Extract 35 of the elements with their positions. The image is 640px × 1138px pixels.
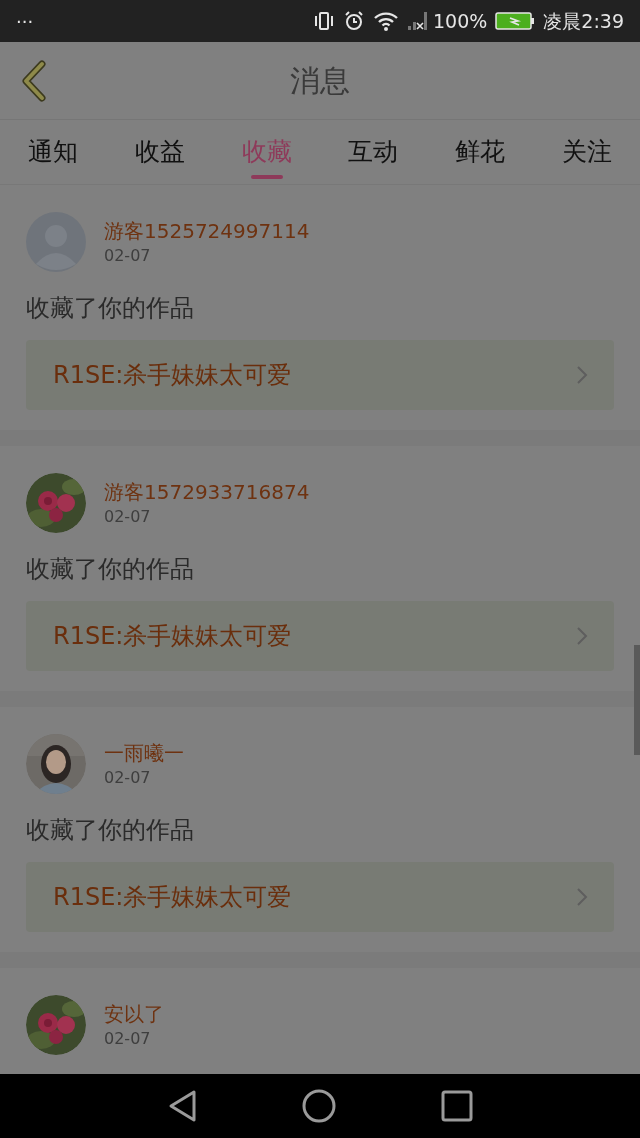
tab[interactable]: 通知 bbox=[12, 127, 94, 177]
message-date: 02-07 bbox=[104, 506, 152, 528]
message-text: 收藏了你的作品 bbox=[26, 554, 195, 585]
tab[interactable]: 收益 bbox=[118, 127, 201, 177]
tab[interactable]: 收藏 bbox=[225, 127, 308, 177]
tab[interactable]: 互动 bbox=[332, 127, 415, 177]
home-nav-button[interactable] bbox=[302, 1089, 336, 1123]
battery-icon bbox=[495, 11, 536, 31]
message-date: 02-07 bbox=[104, 245, 152, 267]
chevron-right-icon bbox=[576, 365, 588, 385]
work-link[interactable]: R1SE:杀手妹妹太可爱 bbox=[26, 340, 614, 410]
battery-percent: 100% bbox=[433, 8, 488, 34]
page-title: 消息 bbox=[290, 62, 350, 100]
user-name[interactable]: 一雨曦一 bbox=[104, 739, 184, 767]
message-text: 收藏了你的作品 bbox=[26, 815, 195, 846]
message-date: 02-07 bbox=[104, 767, 152, 789]
signal-icon bbox=[407, 11, 429, 31]
user-name[interactable]: 安以了 bbox=[104, 1000, 164, 1028]
vibrate-icon bbox=[313, 10, 335, 32]
alarm-icon bbox=[343, 10, 365, 32]
wifi-icon bbox=[373, 11, 399, 31]
recents-nav-button[interactable] bbox=[441, 1090, 473, 1122]
clock-time: 凌晨2:39 bbox=[543, 8, 624, 34]
message-text: 收藏了你的作品 bbox=[26, 293, 195, 324]
tab[interactable]: 关注 bbox=[546, 127, 628, 177]
message-date: 02-07 bbox=[104, 1028, 152, 1050]
work-link[interactable]: R1SE:杀手妹妹太可爱 bbox=[26, 601, 614, 671]
user-name[interactable]: 游客1572933716874 bbox=[104, 478, 310, 506]
user-name[interactable]: 游客1525724997114 bbox=[104, 217, 310, 245]
back-nav-button[interactable] bbox=[167, 1089, 197, 1123]
overflow-dots: ··· bbox=[16, 9, 34, 34]
work-link[interactable]: R1SE:杀手妹妹太可爱 bbox=[26, 862, 614, 932]
chevron-right-icon bbox=[576, 626, 588, 646]
chevron-right-icon bbox=[576, 887, 588, 907]
tab[interactable]: 鲜花 bbox=[439, 127, 522, 177]
